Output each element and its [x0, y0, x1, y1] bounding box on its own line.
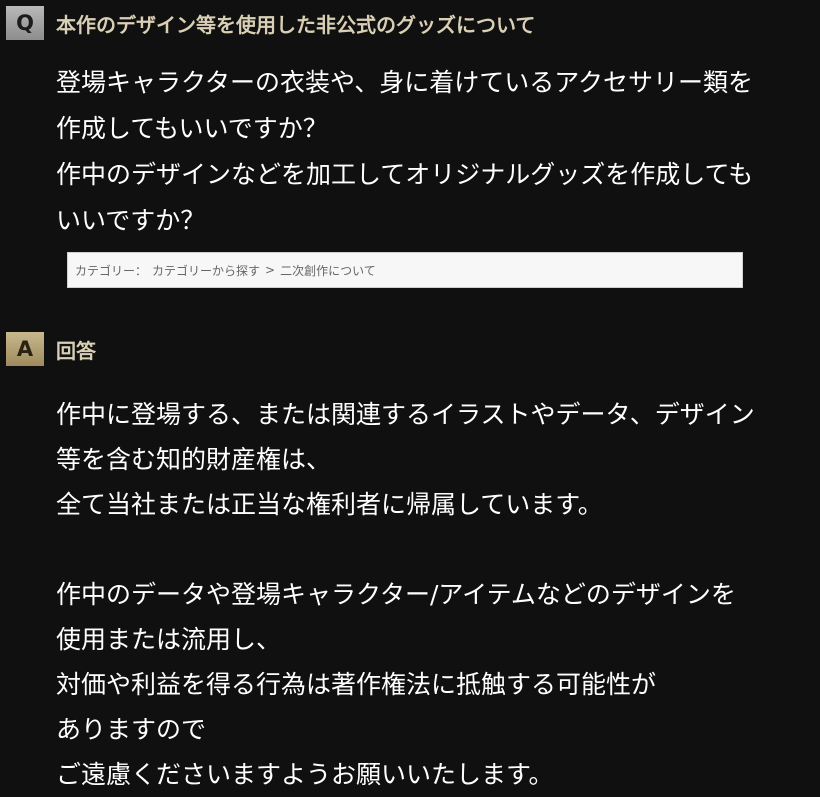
answer-line: 作中に登場する、または関連するイラストやデータ、デザイン — [56, 400, 755, 429]
category-current-link[interactable]: 二次創作について — [280, 262, 376, 279]
answer-body: 作中に登場する、または関連するイラストやデータ、デザイン 等を含む知的財産権は、… — [56, 392, 796, 797]
question-header: Q 本作のデザイン等を使用した非公式のグッズについて — [6, 6, 535, 40]
question-badge: Q — [6, 6, 44, 40]
question-title: 本作のデザイン等を使用した非公式のグッズについて — [56, 12, 536, 37]
question-body: 登場キャラクターの衣装や、身に着けているアクセサリー類を 作成してもいいですか？… — [56, 60, 776, 244]
answer-line: 全て当社または正当な権利者に帰属しています。 — [56, 490, 603, 519]
category-label: カテゴリー： — [75, 263, 148, 278]
answer-badge: A — [6, 332, 44, 366]
question-line: いいですか？ — [56, 206, 206, 235]
question-line: 作中のデザインなどを加工してオリジナルグッズを作成しても — [56, 160, 754, 189]
breadcrumb-separator: > — [265, 263, 276, 277]
answer-line: ご遠慮くださいますようお願いいたします。 — [56, 760, 554, 789]
answer-line: 等を含む知的財産権は、 — [56, 445, 332, 474]
answer-line: 作中のデータや登場キャラクター/アイテムなどのデザインを — [56, 580, 736, 609]
answer-line: ありますので — [56, 715, 207, 744]
answer-line: 使用または流用し、 — [56, 625, 282, 654]
question-line: 作成してもいいですか？ — [56, 114, 328, 143]
category-link[interactable]: カテゴリーから探す — [152, 262, 260, 279]
answer-header: A 回答 — [6, 332, 96, 366]
answer-title: 回答 — [56, 338, 96, 363]
question-line: 登場キャラクターの衣装や、身に着けているアクセサリー類を — [56, 68, 754, 97]
answer-line: 対価や利益を得る行為は著作権法に抵触する可能性が — [56, 670, 657, 699]
category-breadcrumb: カテゴリー： カテゴリーから探す > 二次創作について — [67, 252, 743, 288]
